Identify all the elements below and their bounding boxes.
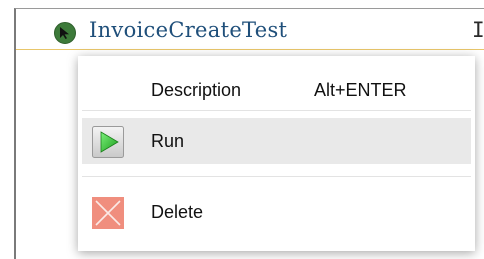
run-play-icon [92, 126, 124, 158]
run-label: Run [151, 131, 185, 151]
shortcut-hint: Alt+ENTER [314, 80, 407, 100]
delete-menu-item[interactable]: Delete [82, 189, 471, 235]
cursor-arrow-icon [60, 27, 69, 39]
context-popup-menu: Description Alt+ENTER Run Delete [78, 56, 475, 251]
delete-x-icon [92, 197, 124, 229]
class-header-row: InvoiceCreateTest If [16, 9, 484, 49]
menu-separator [82, 176, 471, 177]
description-label: Description [151, 80, 242, 100]
delete-label: Delete [151, 202, 204, 222]
code-text[interactable]: If [472, 18, 484, 42]
menu-separator [82, 110, 471, 111]
run-menu-item[interactable]: Run [82, 118, 471, 164]
editor-underline [16, 49, 484, 50]
class-name[interactable]: InvoiceCreateTest [89, 18, 287, 42]
menu-header: Description Alt+ENTER [78, 56, 475, 110]
test-class-icon[interactable] [54, 22, 76, 44]
